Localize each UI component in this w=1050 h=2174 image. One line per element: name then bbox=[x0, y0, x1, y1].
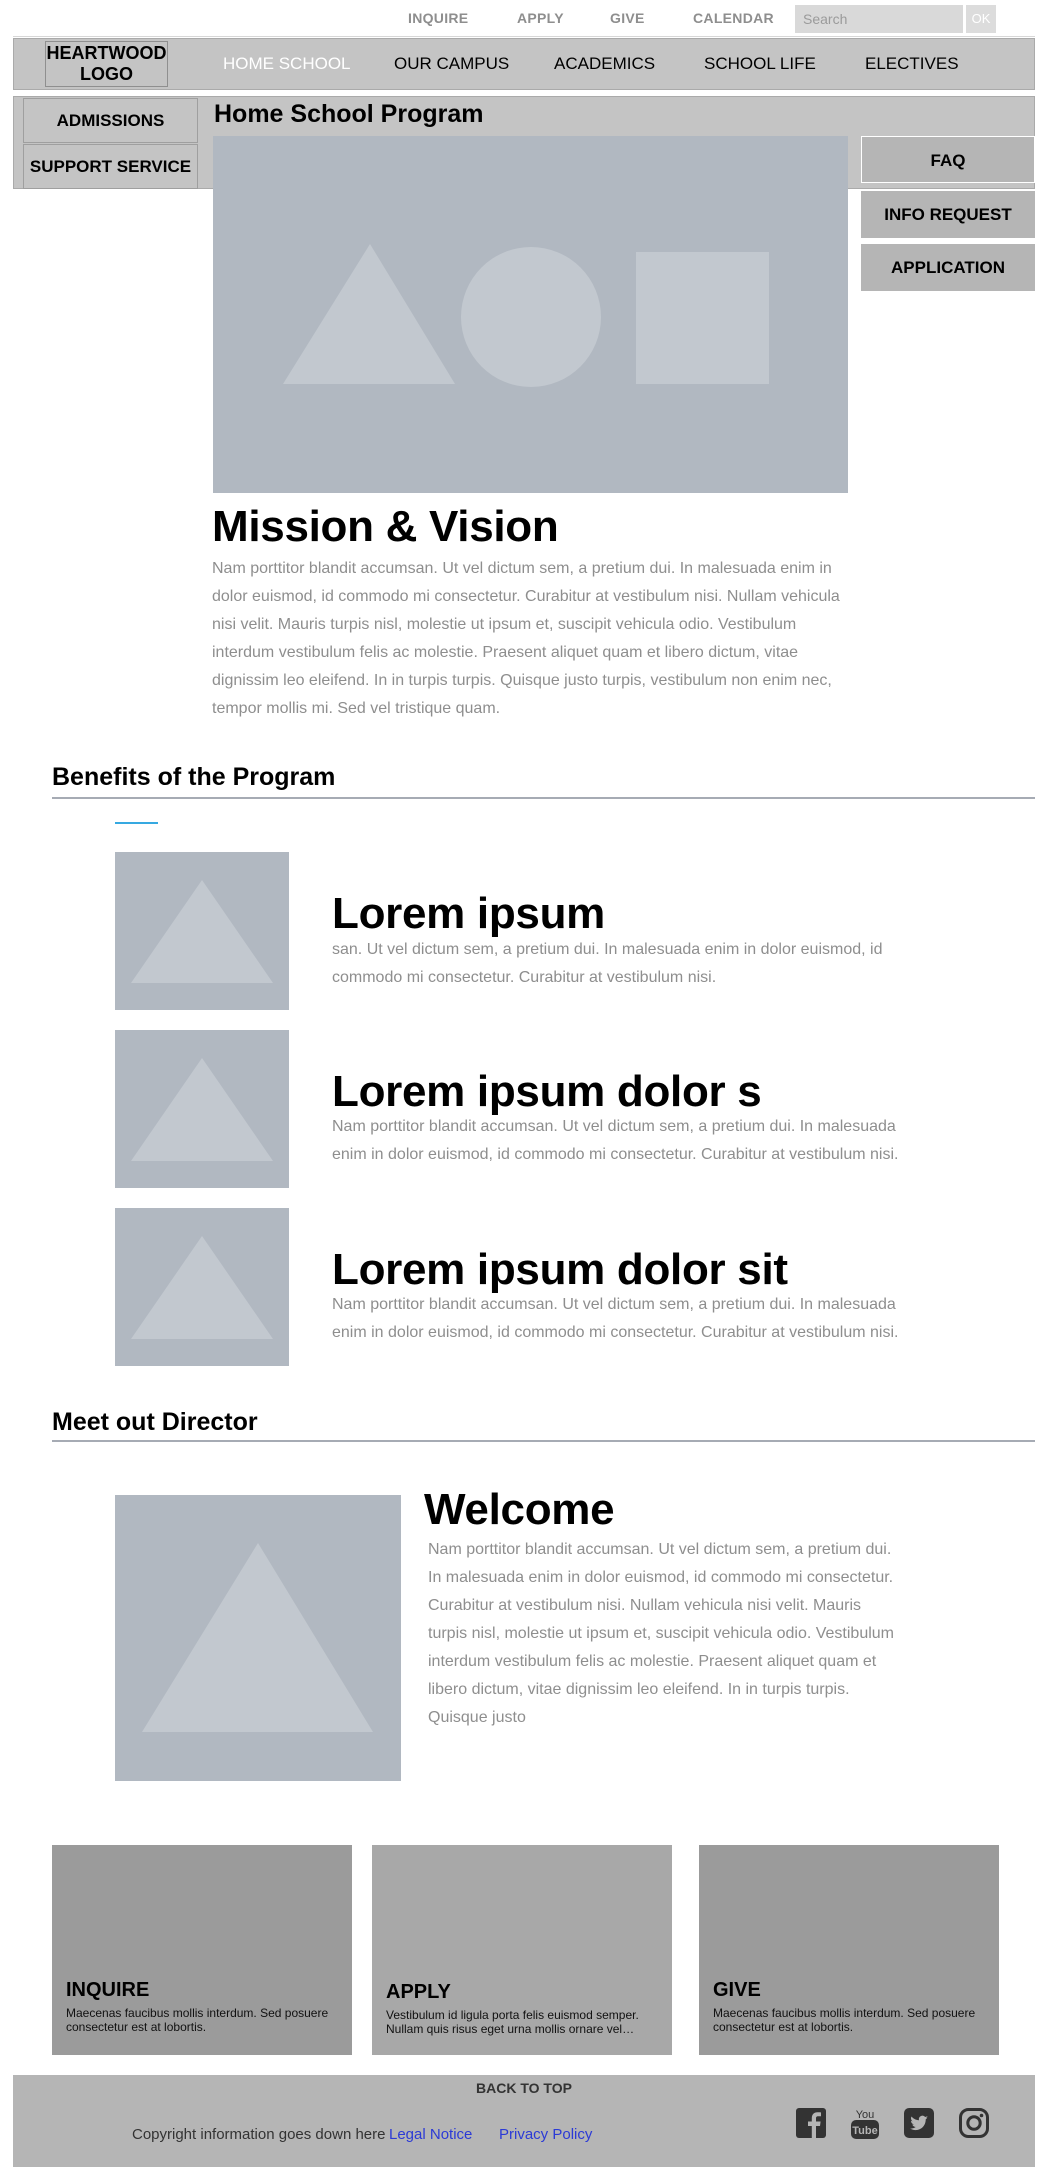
logo[interactable]: HEARTWOOD LOGO bbox=[45, 41, 168, 87]
mission-body: Nam porttitor blandit accumsan. Ut vel d… bbox=[212, 560, 840, 717]
nav-item-school-life[interactable]: SCHOOL LIFE bbox=[704, 54, 816, 74]
benefit-image-1 bbox=[115, 852, 289, 1010]
image-placeholder-icon bbox=[283, 244, 769, 387]
benefits-heading: Benefits of the Program bbox=[52, 763, 336, 791]
side-nav-support-service[interactable]: SUPPORT SERVICE bbox=[23, 144, 198, 189]
youtube-icon[interactable]: You Tube bbox=[849, 2106, 881, 2140]
privacy-policy-link[interactable]: Privacy Policy bbox=[499, 2126, 592, 2143]
benefit-title-2: Lorem ipsum dolor s bbox=[332, 1067, 762, 1116]
cta-card-give[interactable]: GIVE Maecenas faucibus mollis interdum. … bbox=[699, 1845, 999, 2055]
utility-link-apply[interactable]: APPLY bbox=[517, 10, 564, 26]
benefit-image-2 bbox=[115, 1030, 289, 1188]
svg-text:You: You bbox=[856, 2109, 875, 2121]
benefit-title-3: Lorem ipsum dolor sit bbox=[332, 1245, 788, 1294]
nav-item-our-campus[interactable]: OUR CAMPUS bbox=[394, 54, 509, 74]
quick-link-application[interactable]: APPLICATION bbox=[861, 244, 1035, 291]
utility-link-give[interactable]: GIVE bbox=[610, 10, 645, 26]
benefit-body-1: san. Ut vel dictum sem, a pretium dui. I… bbox=[332, 941, 883, 986]
nav-item-academics[interactable]: ACADEMICS bbox=[554, 54, 655, 74]
director-body: Nam porttitor blandit accumsan. Ut vel d… bbox=[428, 1541, 894, 1726]
mission-heading: Mission & Vision bbox=[212, 502, 559, 551]
benefit-image-3 bbox=[115, 1208, 289, 1366]
section-divider bbox=[52, 797, 1035, 799]
utility-link-inquire[interactable]: INQUIRE bbox=[408, 10, 468, 26]
hero-image bbox=[213, 136, 848, 493]
image-placeholder-icon bbox=[131, 1236, 273, 1339]
benefit-body-3: Nam porttitor blandit accumsan. Ut vel d… bbox=[332, 1296, 899, 1341]
svg-text:Tube: Tube bbox=[852, 2125, 877, 2137]
quick-link-faq[interactable]: FAQ bbox=[861, 136, 1035, 183]
cta-card-inquire[interactable]: INQUIRE Maecenas faucibus mollis interdu… bbox=[52, 1845, 352, 2055]
nav-item-home-school[interactable]: HOME SCHOOL bbox=[223, 54, 351, 74]
search-ok-button[interactable]: OK bbox=[966, 5, 996, 33]
utility-link-calendar[interactable]: CALENDAR bbox=[693, 10, 774, 26]
section-divider bbox=[52, 1440, 1035, 1442]
image-placeholder-icon bbox=[142, 1543, 373, 1732]
quick-link-info-request[interactable]: INFO REQUEST bbox=[861, 191, 1035, 238]
logo-line-2: LOGO bbox=[80, 64, 133, 84]
back-to-top-link[interactable]: BACK TO TOP bbox=[476, 2080, 572, 2096]
director-welcome: Welcome bbox=[424, 1485, 615, 1534]
cta-card-text: Maecenas faucibus mollis interdum. Sed p… bbox=[713, 2006, 976, 2034]
instagram-icon[interactable] bbox=[958, 2106, 990, 2140]
logo-line-1: HEARTWOOD bbox=[46, 43, 167, 63]
image-placeholder-icon bbox=[131, 880, 273, 983]
image-placeholder-icon bbox=[131, 1058, 273, 1161]
page-title: Home School Program bbox=[214, 100, 484, 128]
director-photo bbox=[115, 1495, 401, 1781]
benefit-body-2: Nam porttitor blandit accumsan. Ut vel d… bbox=[332, 1118, 899, 1163]
cta-card-title: INQUIRE bbox=[66, 1979, 150, 2001]
divider bbox=[13, 36, 1035, 37]
copyright-text: Copyright information goes down here bbox=[132, 2126, 386, 2143]
twitter-icon[interactable] bbox=[903, 2106, 935, 2140]
side-nav-admissions[interactable]: ADMISSIONS bbox=[23, 98, 198, 143]
director-heading: Meet out Director bbox=[52, 1408, 258, 1436]
search-input[interactable] bbox=[795, 5, 963, 33]
cta-card-title: GIVE bbox=[713, 1979, 761, 2001]
cta-card-text: Maecenas faucibus mollis interdum. Sed p… bbox=[66, 2006, 329, 2034]
legal-notice-link[interactable]: Legal Notice bbox=[389, 2126, 472, 2143]
accent-line bbox=[115, 822, 158, 824]
cta-card-apply[interactable]: APPLY Vestibulum id ligula porta felis e… bbox=[372, 1845, 672, 2055]
facebook-icon[interactable] bbox=[795, 2106, 827, 2140]
nav-item-electives[interactable]: ELECTIVES bbox=[865, 54, 959, 74]
cta-card-title: APPLY bbox=[386, 1981, 451, 2003]
benefit-title-1: Lorem ipsum bbox=[332, 889, 605, 938]
cta-card-text: Vestibulum id ligula porta felis euismod… bbox=[386, 2008, 639, 2036]
